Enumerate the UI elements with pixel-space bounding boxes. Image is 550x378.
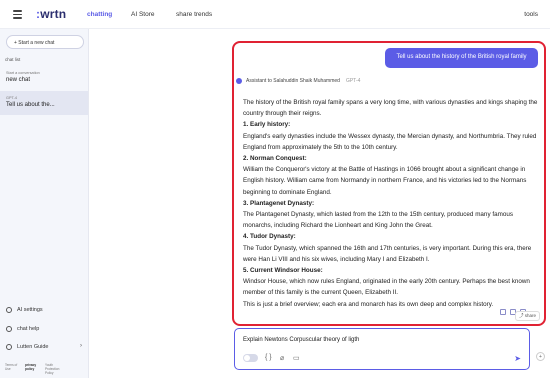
answer-paragraph: The Tudor Dynasty, which spanned the 16t… [243, 244, 532, 263]
chat-item-meta: GPT-4 [6, 96, 17, 100]
assistant-header: Assistant to Salahuddin Shaik Muhammed G… [236, 78, 360, 84]
answer-heading: 1. Early history: [243, 121, 291, 129]
logo-text: wrtn [40, 7, 67, 21]
message-composer[interactable]: Explain Newtons Corpuscular theory of li… [234, 328, 530, 370]
chat-list-label: chat list [5, 57, 21, 62]
answer-paragraph: This is just a brief overview; each era … [243, 300, 494, 308]
thumbs-up-icon[interactable] [500, 309, 506, 315]
user-message: Tell us about the history of the British… [385, 48, 538, 68]
chat-item-british-royal[interactable]: GPT-4 Tell us about the... [0, 91, 88, 115]
answer-paragraph: England's early dynasties include the We… [243, 132, 537, 151]
chat-item-title: Tell us about the... [6, 102, 55, 108]
lutten-guide-item[interactable]: Lutten Guide [6, 344, 49, 350]
chat-item-new-chat[interactable]: Start a conversation new chat [0, 71, 88, 89]
lutten-guide-label: Lutten Guide [17, 344, 49, 350]
new-chat-button[interactable]: + Start a new chat [6, 35, 84, 49]
answer-heading: 4. Tudor Dynasty: [243, 233, 296, 241]
logo[interactable]: :wrtn [36, 7, 66, 21]
chat-item-meta: Start a conversation [6, 71, 40, 75]
conversation-panel: Tell us about the history of the British… [232, 41, 546, 326]
answer-paragraph: The history of the British royal family … [243, 99, 538, 118]
send-icon[interactable]: ➤ [514, 354, 521, 363]
answer-paragraph: William the Conqueror's victory at the B… [243, 166, 527, 196]
nav-ai-store[interactable]: AI Store [131, 11, 154, 18]
terms-link[interactable]: Terms of Use [5, 363, 20, 375]
ai-settings-label: AI settings [17, 307, 43, 313]
answer-paragraph: The Plantagenet Dynasty, which lasted fr… [243, 211, 513, 230]
assistant-answer: The history of the British royal family … [243, 97, 539, 310]
assistant-label: Assistant to Salahuddin Shaik Muhammed [246, 78, 340, 84]
tools-menu[interactable]: tools [524, 11, 538, 18]
code-icon[interactable]: { } [265, 354, 272, 361]
archive-icon[interactable]: ▭ [293, 354, 300, 362]
answer-heading: 2. Norman Conquest: [243, 155, 307, 163]
mode-toggle[interactable] [243, 354, 258, 362]
answer-heading: 3. Plantagenet Dynasty: [243, 199, 315, 207]
chevron-right-icon: › [80, 343, 82, 349]
sidebar: + Start a new chat chat list Start a con… [0, 29, 89, 378]
help-icon [6, 326, 12, 332]
menu-icon[interactable] [13, 10, 22, 19]
chat-help-item[interactable]: chat help [6, 326, 39, 332]
share-button[interactable]: ⤴ share [514, 311, 540, 321]
top-bar: :wrtn chatting AI Store share trends too… [0, 0, 550, 29]
share-label: share [524, 313, 536, 318]
nav-chatting[interactable]: chatting [87, 11, 112, 18]
composer-input[interactable]: Explain Newtons Corpuscular theory of li… [243, 337, 359, 343]
chat-item-title: new chat [6, 77, 31, 83]
scroll-down-icon[interactable]: + [536, 352, 545, 361]
app-window: :wrtn chatting AI Store share trends too… [0, 0, 550, 378]
ai-settings-item[interactable]: AI settings [6, 307, 43, 313]
youth-protection-link[interactable]: Youth Protection Policy [45, 363, 60, 375]
attach-icon[interactable]: ⌀ [280, 354, 284, 362]
footer-links: Terms of Use privacy policy Youth Protec… [5, 363, 60, 375]
gear-icon [6, 307, 12, 313]
answer-heading: 5. Current Windsor House: [243, 267, 323, 275]
nav-share-trends[interactable]: share trends [176, 11, 212, 18]
chat-help-label: chat help [17, 326, 40, 332]
guide-icon [6, 344, 12, 350]
privacy-link[interactable]: privacy policy [25, 363, 40, 375]
model-label: GPT-4 [345, 78, 361, 84]
answer-paragraph: Windsor House, which now rules England, … [243, 278, 530, 297]
assistant-avatar-icon [236, 78, 242, 84]
